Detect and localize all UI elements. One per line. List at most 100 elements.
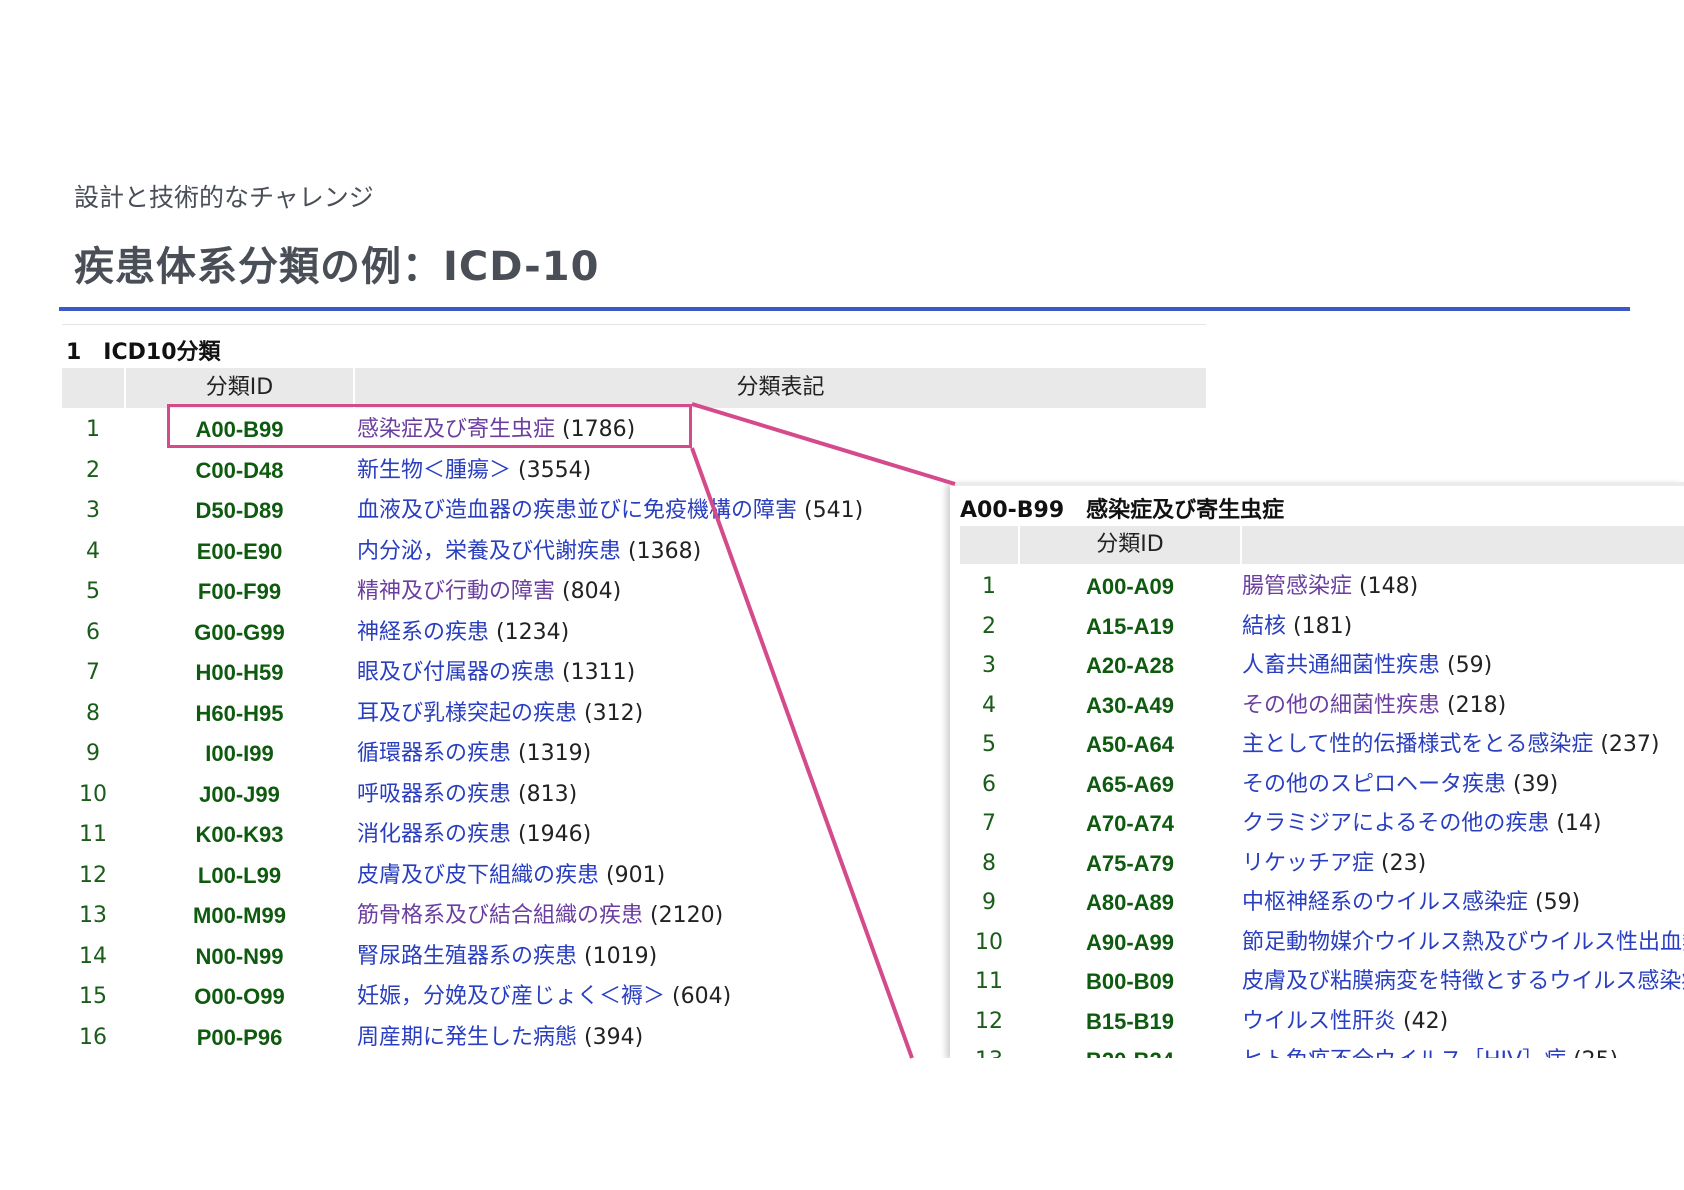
classification-link[interactable]: 血液及び造血器の疾患並びに免疫機構の障害	[357, 498, 797, 523]
classification-link[interactable]: その他の細菌性疾患	[1242, 693, 1440, 718]
classification-link[interactable]: リケッチア症	[1242, 851, 1374, 876]
header-cell-id: 分類ID	[126, 368, 353, 408]
classification-cell: クラミジアによるその他の疾患 (14)	[1242, 804, 1602, 844]
classification-cell: 周産期に発生した病態 (394)	[357, 1018, 643, 1059]
row-number: 3	[86, 498, 100, 523]
classification-link[interactable]: 神経系の疾患	[357, 620, 489, 645]
classification-link[interactable]: 耳及び乳様突起の疾患	[357, 701, 577, 726]
row-number: 15	[79, 984, 107, 1009]
main-table-top-border	[62, 324, 1206, 325]
row-number: 7	[982, 811, 996, 836]
classification-link[interactable]: 消化器系の疾患	[357, 822, 511, 847]
classification-id: I00-I99	[205, 741, 274, 766]
item-count: (3554)	[518, 457, 592, 483]
classification-link[interactable]: 節足動物媒介ウイルス熱及びウイルス性出血熱	[1242, 930, 1684, 955]
row-number: 5	[86, 579, 100, 604]
item-count: (1368)	[628, 538, 702, 564]
item-count: (218)	[1447, 692, 1507, 718]
classification-id: A90-A99	[1085, 929, 1175, 955]
classification-link[interactable]: 循環器系の疾患	[357, 741, 511, 766]
classification-id: B15-B19	[1085, 1008, 1175, 1034]
classification-link[interactable]: 呼吸器系の疾患	[357, 782, 511, 807]
header-cell-label: 分類表記	[355, 368, 1206, 408]
sub-table-heading: A00-B99 感染症及び寄生虫症	[960, 498, 1285, 523]
row-number: 11	[975, 969, 1003, 994]
table-row: 4 A30-A49 その他の細菌性疾患 (218)	[960, 686, 1684, 726]
classification-cell: 消化器系の疾患 (1946)	[357, 815, 591, 856]
classification-link[interactable]: クラミジアによるその他の疾患	[1242, 811, 1549, 836]
classification-cell: 眼及び付属器の疾患 (1311)	[357, 653, 635, 694]
classification-cell: 呼吸器系の疾患 (813)	[357, 775, 577, 816]
item-count: (813)	[518, 781, 578, 807]
table-row: 5 F00-F99 精神及び行動の障害 (804)	[62, 572, 962, 613]
table-row: 9 I00-I99 循環器系の疾患 (1319)	[62, 734, 962, 775]
classification-cell: 妊娠，分娩及び産じょく＜褥＞ (604)	[357, 977, 731, 1018]
row-number: 8	[86, 700, 100, 726]
classification-link[interactable]: 皮膚及び皮下組織の疾患	[357, 863, 599, 888]
item-count: (1946)	[518, 822, 592, 847]
sub-table-body: 1 A00-A09 腸管感染症 (148) 2 A15-A19 結核 (181) 3 A20-…	[960, 567, 1684, 1058]
row-number: 2	[982, 613, 996, 639]
classification-cell: 結核 (181)	[1242, 607, 1352, 647]
table-row: 13B20-B24ヒト免疫不全ウイルス［HIV］病 (25)	[960, 1041, 1684, 1058]
slide-subtitle: 設計と技術的なチャレンジ	[74, 183, 374, 212]
classification-cell: 新生物＜腫瘍＞ (3554)	[357, 451, 591, 492]
classification-id: A75-A79	[1085, 850, 1175, 876]
row-number: 11	[79, 822, 107, 847]
item-count: (23)	[1381, 850, 1427, 876]
item-count: (1019)	[584, 943, 658, 969]
classification-link[interactable]: その他のスピロヘータ疾患	[1242, 772, 1506, 797]
row-number: 6	[982, 771, 996, 797]
table-row: 11 K00-K93 消化器系の疾患 (1946)	[62, 815, 962, 856]
row-number: 4	[86, 538, 100, 564]
classification-id: G00-G99	[194, 619, 285, 645]
row-number: 1	[982, 574, 996, 599]
classification-link[interactable]: 精神及び行動の障害	[357, 579, 555, 604]
classification-cell: 筋骨格系及び結合組織の疾患 (2120)	[357, 896, 723, 937]
item-count: (14)	[1556, 811, 1602, 836]
classification-link[interactable]: 筋骨格系及び結合組織の疾患	[357, 903, 643, 928]
main-table-heading: 1 ICD10分類	[66, 340, 221, 365]
item-count: (1319)	[518, 741, 592, 766]
table-row: 4 E00-E90 内分泌，栄養及び代謝疾患 (1368)	[62, 532, 962, 573]
classification-link[interactable]: 妊娠，分娩及び産じょく＜褥＞	[357, 984, 665, 1009]
table-row: 12 B15-B19 ウイルス性肝炎 (42)	[960, 1002, 1684, 1042]
item-count: (237)	[1600, 732, 1660, 757]
classification-cell: その他の細菌性疾患 (218)	[1242, 686, 1506, 726]
classification-link[interactable]: 腎尿路生殖器系の疾患	[357, 944, 577, 969]
classification-link[interactable]: 周産期に発生した病態	[357, 1025, 577, 1050]
classification-id: O00-O99	[194, 984, 285, 1009]
classification-id: D50-D89	[195, 498, 284, 523]
classification-link[interactable]: 腸管感染症	[1242, 574, 1352, 599]
item-count: (604)	[672, 984, 732, 1009]
classification-id: A15-A19	[1085, 613, 1175, 639]
sub-header-cell-label	[1242, 526, 1684, 564]
classification-cell: 皮膚及び粘膜病変を特徴とするウイルス感染症	[1242, 962, 1684, 1002]
table-row: 16 P00-P96 周産期に発生した病態 (394)	[62, 1018, 962, 1059]
row-number: 13	[960, 1041, 1018, 1058]
classification-id: A00-A09	[1085, 574, 1175, 599]
main-table-body: 1 A00-B99 感染症及び寄生虫症 (1786) 2 C00-D48 新生物＜腫瘍＞ …	[62, 410, 962, 1058]
classification-link[interactable]: 主として性的伝播様式をとる感染症	[1242, 732, 1593, 757]
classification-id: E00-E90	[196, 538, 283, 564]
classification-link[interactable]: 新生物＜腫瘍＞	[357, 458, 511, 483]
slide-title: 疾患体系分類の例：ICD-10	[74, 244, 600, 290]
classification-link[interactable]: ヒト免疫不全ウイルス［HIV］病	[1242, 1048, 1566, 1058]
classification-cell: 耳及び乳様突起の疾患 (312)	[357, 694, 643, 735]
panel-top-border	[950, 482, 1684, 486]
classification-link[interactable]: 眼及び付属器の疾患	[357, 660, 555, 685]
table-row: 5 A50-A64 主として性的伝播様式をとる感染症 (237)	[960, 725, 1684, 765]
sub-header-cell-index	[960, 526, 1018, 564]
classification-link[interactable]: 結核	[1242, 614, 1286, 639]
classification-link[interactable]: 中枢神経系のウイルス感染症	[1242, 890, 1528, 915]
item-count: (1234)	[496, 619, 570, 645]
classification-link[interactable]: 皮膚及び粘膜病変を特徴とするウイルス感染症	[1242, 969, 1684, 994]
classification-link[interactable]: 内分泌，栄養及び代謝疾患	[357, 539, 621, 564]
classification-cell: 精神及び行動の障害 (804)	[357, 572, 621, 613]
classification-link[interactable]: ウイルス性肝炎	[1242, 1009, 1396, 1034]
table-row: 15 O00-O99 妊娠，分娩及び産じょく＜褥＞ (604)	[62, 977, 962, 1018]
classification-link[interactable]: 人畜共通細菌性疾患	[1242, 653, 1440, 678]
row-number: 16	[79, 1024, 107, 1050]
table-row: 9 A80-A89 中枢神経系のウイルス感染症 (59)	[960, 883, 1684, 923]
table-row: 2 C00-D48 新生物＜腫瘍＞ (3554)	[62, 451, 962, 492]
